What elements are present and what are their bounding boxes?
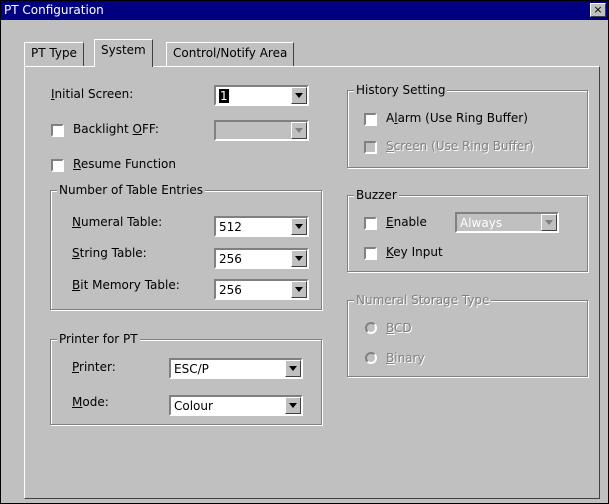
screen-checkbox[interactable]	[364, 141, 377, 154]
binary-label: Binary	[386, 351, 425, 365]
close-button[interactable]: ×	[590, 3, 606, 17]
tab-system[interactable]: System	[94, 39, 153, 67]
printer-select[interactable]: ESC/P	[169, 358, 303, 379]
buzzer-mode-select[interactable]: Always	[455, 212, 559, 233]
system-tab-panel: Initial Screen: 1 Backlight OFF: Resume …	[24, 66, 600, 499]
bcd-label: BCD	[386, 321, 412, 335]
bcd-radio[interactable]	[365, 322, 377, 334]
string-table-value: 256	[219, 252, 242, 266]
resume-function-label: Resume Function	[73, 157, 176, 171]
history-setting-title: History Setting	[354, 83, 448, 97]
key-input-checkbox[interactable]	[364, 247, 377, 260]
printer-label: Printer:	[72, 360, 116, 374]
buzzer-enable-checkbox[interactable]	[364, 217, 377, 230]
mode-select[interactable]: Colour	[169, 395, 303, 416]
window-title: PT Configuration	[4, 3, 104, 17]
table-entries-title: Number of Table Entries	[57, 183, 206, 197]
bit-memory-table-select[interactable]: 256	[214, 279, 309, 300]
buzzer-enable-label: Enable	[386, 215, 427, 229]
string-table-label: String Table:	[72, 246, 147, 260]
bit-memory-table-value: 256	[219, 283, 242, 297]
binary-radio[interactable]	[365, 352, 377, 364]
printer-value: ESC/P	[174, 362, 209, 376]
title-bar[interactable]: PT Configuration ×	[1, 1, 608, 20]
buzzer-group: Buzzer Enable Always Key Input	[347, 188, 588, 272]
chevron-down-icon[interactable]	[291, 122, 307, 139]
tab-control-notify-area[interactable]: Control/Notify Area	[166, 42, 295, 66]
tab-control-notify-area-label: Control/Notify Area	[173, 46, 288, 60]
chevron-down-icon[interactable]	[541, 214, 557, 231]
alarm-label: Alarm (Use Ring Buffer)	[386, 111, 528, 125]
tab-system-label: System	[101, 43, 146, 57]
mode-label: Mode:	[72, 395, 109, 409]
initial-screen-value: 1	[219, 89, 229, 103]
table-entries-group: Number of Table Entries Numeral Table: 5…	[50, 183, 322, 310]
string-table-select[interactable]: 256	[214, 248, 309, 269]
chevron-down-icon[interactable]	[291, 250, 307, 267]
alarm-checkbox[interactable]	[364, 113, 377, 126]
backlight-off-select[interactable]	[214, 120, 309, 141]
tab-pt-type-label: PT Type	[31, 46, 77, 60]
numeral-table-select[interactable]: 512	[214, 216, 309, 237]
numeral-storage-type-group: Numeral Storage Type BCD Binary	[347, 293, 588, 377]
printer-for-pt-group: Printer for PT Printer: ESC/P Mode: Colo…	[50, 332, 322, 425]
initial-screen-select[interactable]: 1	[214, 85, 309, 106]
buzzer-mode-value: Always	[460, 216, 503, 230]
chevron-down-icon[interactable]	[285, 397, 301, 414]
numeral-table-value: 512	[219, 220, 242, 234]
resume-function-checkbox[interactable]	[51, 159, 64, 172]
chevron-down-icon[interactable]	[291, 87, 307, 104]
chevron-down-icon[interactable]	[291, 281, 307, 298]
mode-value: Colour	[174, 399, 213, 413]
screen-label: Screen (Use Ring Buffer)	[386, 139, 534, 153]
bit-memory-table-label: Bit Memory Table:	[72, 278, 180, 292]
chevron-down-icon[interactable]	[291, 218, 307, 235]
chevron-down-icon[interactable]	[285, 360, 301, 377]
buzzer-title: Buzzer	[354, 188, 399, 202]
numeral-storage-type-title: Numeral Storage Type	[354, 293, 492, 307]
printer-for-pt-title: Printer for PT	[57, 332, 140, 346]
history-setting-group: History Setting Alarm (Use Ring Buffer) …	[347, 83, 588, 168]
pt-configuration-window: PT Configuration × PT Type System Contro…	[0, 0, 609, 504]
backlight-off-label: Backlight OFF:	[73, 122, 159, 136]
initial-screen-label: Initial Screen:	[51, 87, 134, 101]
numeral-table-label: Numeral Table:	[72, 215, 163, 229]
tab-pt-type[interactable]: PT Type	[24, 42, 84, 66]
close-icon: ×	[593, 3, 603, 16]
key-input-label: Key Input	[386, 245, 443, 259]
backlight-off-checkbox[interactable]	[51, 124, 64, 137]
